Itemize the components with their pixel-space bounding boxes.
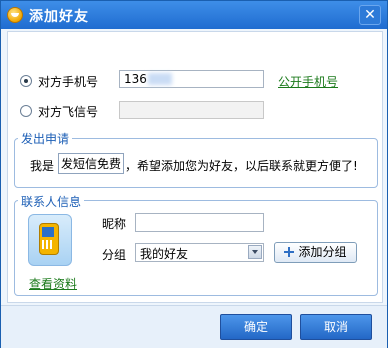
fetion-radio-label: 对方飞信号	[38, 105, 99, 119]
phone-radio-label: 对方手机号	[38, 75, 99, 89]
masked-digits	[148, 73, 172, 85]
fetion-input[interactable]	[119, 101, 264, 119]
group-label: 分组	[102, 248, 127, 262]
contact-avatar	[28, 214, 72, 266]
phone-input-value: 136	[124, 72, 147, 86]
chevron-down-icon[interactable]	[248, 245, 262, 259]
contact-group-title: 联系人信息	[18, 193, 85, 210]
fetion-logo-icon	[7, 7, 23, 23]
cancel-button[interactable]: 取消	[300, 314, 372, 340]
request-prefix: 我是	[30, 159, 55, 173]
title-bar: 添加好友 ✕	[1, 1, 387, 29]
group-select[interactable]: 我的好友	[135, 243, 264, 262]
phone-radio[interactable]	[20, 75, 32, 87]
add-group-label: 添加分组	[298, 245, 347, 259]
dialog-content: 对方手机号 136 公开手机号 对方飞信号 发出申请 我是 发短信免费 ，希望添…	[7, 31, 383, 303]
phone-input[interactable]: 136	[119, 70, 264, 88]
phone-screen	[42, 227, 54, 237]
phone-keys	[42, 240, 54, 249]
sender-name-input[interactable]: 发短信免费	[58, 153, 125, 174]
public-phone-link[interactable]: 公开手机号	[278, 73, 338, 90]
ok-button[interactable]: 确定	[220, 314, 292, 340]
button-bar: 确定 取消	[1, 305, 387, 348]
view-profile-link[interactable]: 查看资料	[29, 275, 77, 292]
fetion-radio[interactable]	[20, 105, 32, 117]
request-suffix: ，希望添加您为好友，以后联系就更方便了!	[125, 159, 358, 173]
add-group-button[interactable]: 添加分组	[274, 242, 357, 263]
window-title: 添加好友	[29, 9, 89, 25]
request-group-title: 发出申请	[18, 130, 73, 147]
plus-icon	[284, 247, 295, 257]
close-button[interactable]: ✕	[359, 5, 381, 25]
nickname-label: 昵称	[102, 217, 127, 231]
add-friend-dialog: 添加好友 ✕ 对方手机号 136 公开手机号 对方飞信号 发出申请 我是 发短信…	[0, 0, 388, 348]
nickname-input[interactable]	[135, 213, 264, 232]
group-select-value: 我的好友	[140, 247, 189, 261]
